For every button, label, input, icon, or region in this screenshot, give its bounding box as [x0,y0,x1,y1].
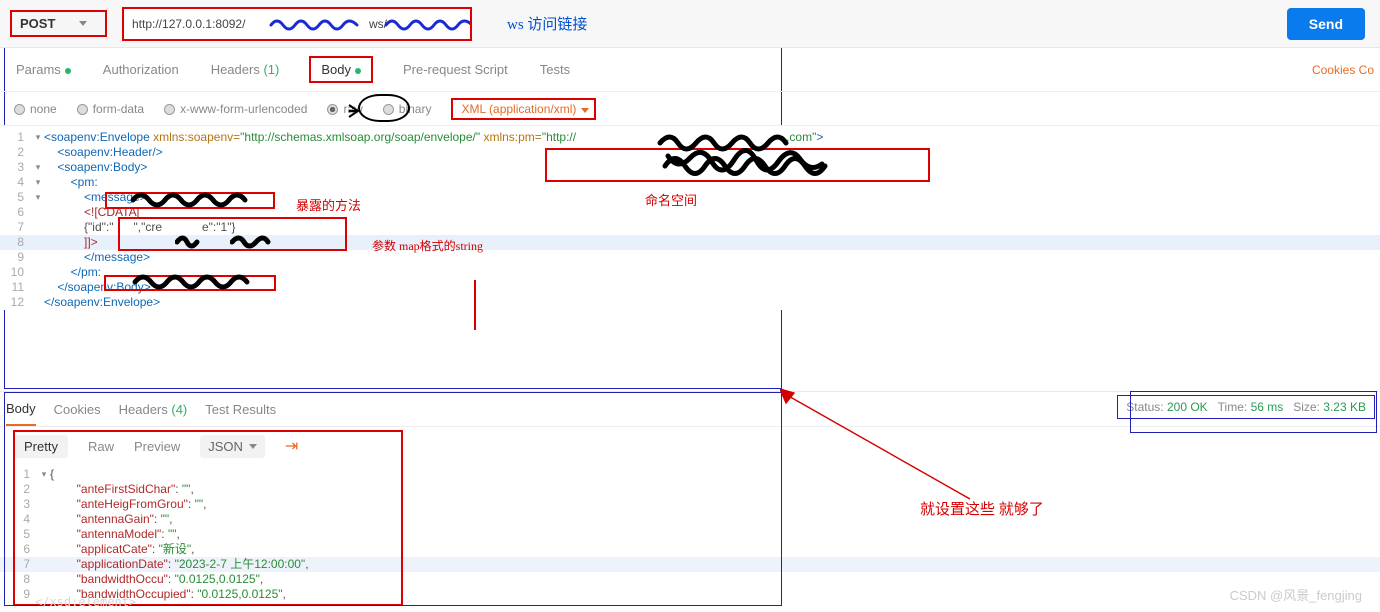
request-topbar: POST http://127.0.0.1:8092/ ws/ ws 访问链接 … [0,0,1380,48]
hand-arrow-icon [348,104,362,118]
tab-headers[interactable]: Headers (1) [209,58,282,81]
scribble-redaction-icon [384,15,472,33]
content-type-select[interactable]: XML (application/xml) [451,98,596,120]
url-text: http://127.0.0.1:8092/ [132,17,245,31]
chevron-down-icon [79,21,87,26]
bodytype-formdata[interactable]: form-data [77,102,144,116]
ghost-xml: </xsd:element> [35,595,136,609]
bodytype-none[interactable]: none [14,102,57,116]
watermark: CSDN @风景_fengjing [1230,585,1362,604]
ws-annotation: ws 访问链接 [507,13,587,34]
request-tabs: Params Authorization Headers (1) Body Pr… [0,48,1380,92]
anno-enough: 就设置这些 就够了 [920,498,1044,519]
bodytype-urlencoded[interactable]: x-www-form-urlencoded [164,102,307,116]
anno-box-status [1130,391,1377,433]
tab-tests[interactable]: Tests [538,58,572,81]
scribble-black-icon [130,190,270,210]
scribble-redaction-icon [269,15,369,33]
anno-param: 参数 map格式的string [372,237,483,254]
scribble-black-icon [655,125,815,155]
anno-box-response-outer [4,392,782,606]
scribble-black-icon [175,234,205,249]
tab-params[interactable]: Params [14,58,73,81]
anno-method: 暴露的方法 [296,195,361,214]
method-value: POST [20,16,55,31]
method-select[interactable]: POST [10,10,107,37]
tab-body[interactable]: Body [309,56,373,83]
anno-namespace: 命名空间 [645,190,697,209]
cookies-link[interactable]: Cookies Co [1312,63,1374,77]
scribble-black-icon [132,272,272,292]
red-caret-marker [474,280,476,330]
tab-prerequest[interactable]: Pre-request Script [401,58,510,81]
url-input[interactable]: http://127.0.0.1:8092/ ws/ [122,7,472,41]
arrow-red-icon [780,389,980,509]
scribble-black-icon [230,234,285,249]
tab-authorization[interactable]: Authorization [101,58,181,81]
body-type-row: none form-data x-www-form-urlencoded raw… [0,92,1380,126]
send-button[interactable]: Send [1287,8,1365,40]
hand-circle-annotation [358,94,410,122]
